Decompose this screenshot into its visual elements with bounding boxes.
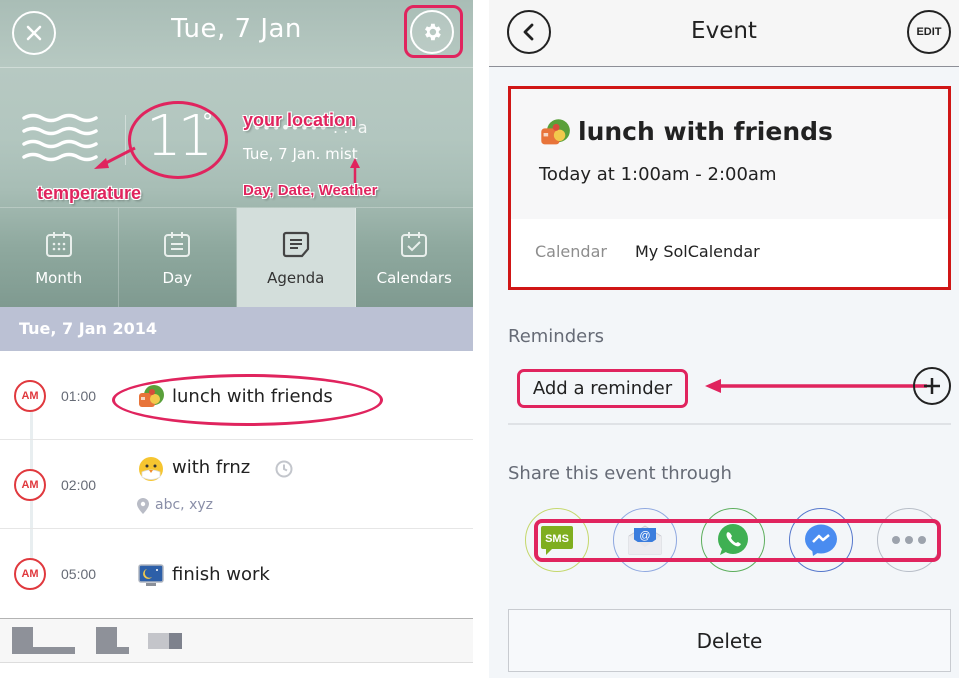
location-pin-icon	[137, 498, 149, 514]
event-highlight-ellipse	[112, 374, 383, 426]
panel-gutter	[473, 0, 489, 678]
tab-month[interactable]: Month	[0, 208, 119, 307]
whatsapp-icon	[718, 524, 748, 555]
tab-agenda[interactable]: Agenda	[237, 208, 356, 307]
date-weather-text: Tue, 7 Jan. mist	[243, 145, 358, 163]
tab-label: Calendars	[376, 268, 452, 287]
agenda-screen: Tue, 7 Jan 11 ° ••••••••• . .•a Tue, 7 J…	[0, 0, 473, 678]
tab-calendars[interactable]: Calendars	[356, 208, 474, 307]
email-at-symbol: @	[639, 530, 650, 542]
calendar-day-icon	[164, 231, 191, 257]
calendar-grid-icon	[45, 231, 72, 257]
agenda-item[interactable]: AM 01:00 lunch with friends	[0, 351, 473, 440]
blurred-element	[117, 647, 129, 654]
bottom-toolbar-blurred	[0, 618, 473, 663]
clock-icon	[275, 460, 293, 478]
share-options: SMS @	[525, 508, 945, 572]
monitor-night-icon	[138, 564, 164, 586]
event-screen: Event EDIT lunch with friends Today at 1…	[489, 0, 959, 678]
blurred-element	[148, 633, 169, 649]
annotation-date-weather: Day, Date, Weather	[243, 182, 378, 199]
event-details-card: lunch with friends Today at 1:00am - 2:0…	[508, 86, 951, 290]
annotation-arrow-reminder	[705, 379, 927, 393]
date-header-text: Tue, 7 Jan 2014	[19, 319, 157, 338]
masked-face-icon	[139, 457, 163, 481]
event-title: with frnz	[172, 457, 251, 478]
edit-button[interactable]: EDIT	[907, 10, 951, 54]
page-title: Event	[691, 18, 757, 44]
share-whatsapp-button[interactable]	[701, 508, 765, 572]
event-title: lunch with friends	[578, 117, 833, 146]
calendar-value[interactable]: My SolCalendar	[635, 242, 760, 261]
settings-highlight-box	[404, 5, 463, 58]
section-divider	[508, 423, 951, 425]
add-reminder-plus-button[interactable]	[913, 367, 951, 405]
agenda-item[interactable]: AM 05:00 finish work	[0, 529, 473, 618]
page-title: Tue, 7 Jan	[171, 14, 302, 44]
add-reminder-button[interactable]: Add a reminder	[517, 369, 688, 408]
reminders-heading: Reminders	[508, 326, 604, 347]
sms-icon: SMS	[541, 526, 573, 555]
annotation-arrow-weather	[350, 158, 360, 183]
blurred-element	[169, 633, 182, 649]
agenda-list: AM 01:00 lunch with friends AM 02:00 wit…	[0, 351, 473, 619]
blurred-element	[12, 627, 33, 654]
event-summary: lunch with friends Today at 1:00am - 2:0…	[511, 89, 948, 219]
agenda-item[interactable]: AM 02:00 with frnz abc, xyz	[0, 440, 473, 529]
agenda-time: 05:00	[61, 566, 97, 582]
event-location: abc, xyz	[155, 497, 213, 513]
share-sms-button[interactable]: SMS	[525, 508, 589, 572]
annotation-temperature: temperature	[37, 183, 142, 203]
delete-button[interactable]: Delete	[508, 609, 951, 672]
share-messenger-button[interactable]	[789, 508, 853, 572]
email-icon: @	[628, 525, 662, 555]
tab-label: Month	[35, 268, 83, 287]
calendar-check-icon	[401, 231, 428, 257]
am-badge: AM	[14, 380, 46, 412]
top-bar: Tue, 7 Jan	[0, 0, 473, 68]
view-tabs: Month Day Agenda Calendars	[0, 207, 473, 307]
agenda-time: 01:00	[61, 388, 97, 404]
weather-hero: Tue, 7 Jan 11 ° ••••••••• . .•a Tue, 7 J…	[0, 0, 473, 307]
tab-label: Day	[162, 268, 193, 287]
event-time: Today at 1:00am - 2:00am	[539, 164, 777, 185]
annotation-location: your location	[243, 110, 357, 130]
more-dots-icon	[892, 536, 926, 544]
plus-icon	[924, 378, 940, 394]
annotation-arrow-temperature	[94, 146, 136, 169]
am-badge: AM	[14, 558, 46, 590]
share-heading: Share this event through	[508, 463, 732, 484]
sms-label: SMS	[545, 533, 569, 545]
am-badge: AM	[14, 469, 46, 501]
agenda-time: 02:00	[61, 477, 97, 493]
blurred-element	[33, 647, 75, 654]
messenger-icon	[805, 524, 837, 556]
share-email-button[interactable]: @	[613, 508, 677, 572]
tab-label: Agenda	[267, 268, 325, 287]
agenda-list-icon	[282, 231, 309, 257]
mist-waves-icon	[22, 113, 98, 162]
event-title: finish work	[172, 564, 270, 585]
blurred-element	[96, 627, 117, 654]
tab-day[interactable]: Day	[119, 208, 237, 307]
date-header-band: Tue, 7 Jan 2014	[0, 307, 473, 351]
food-icon	[541, 119, 570, 145]
temperature-highlight-ellipse	[128, 101, 228, 179]
event-header: Event EDIT	[489, 0, 959, 67]
share-more-button[interactable]	[877, 508, 941, 572]
calendar-label: Calendar	[535, 242, 607, 261]
